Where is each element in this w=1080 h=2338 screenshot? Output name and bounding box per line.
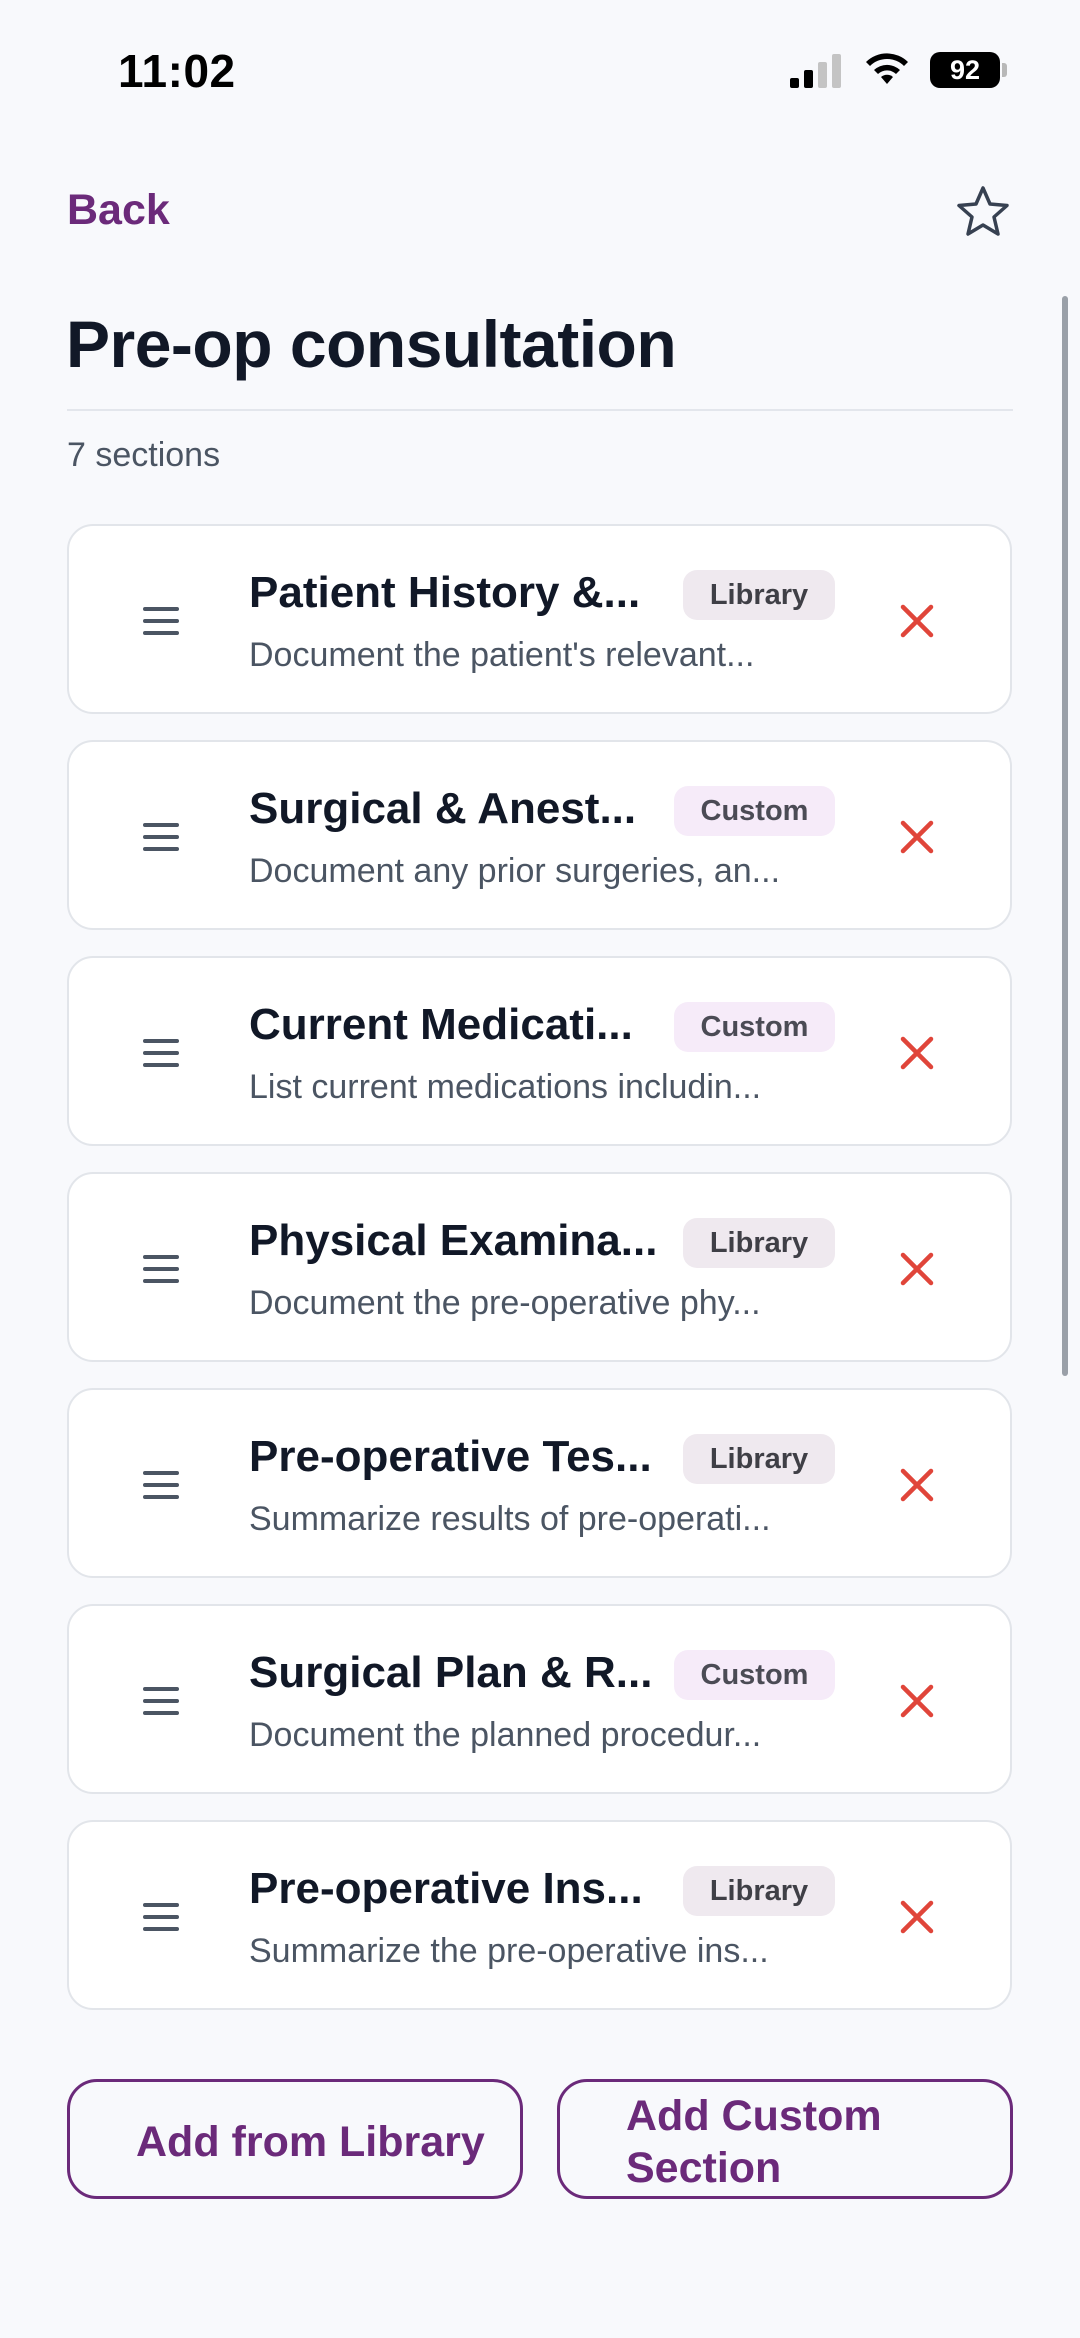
section-badge: Library: [683, 1218, 835, 1268]
section-title: Physical Examina...: [249, 1216, 658, 1265]
close-icon[interactable]: [895, 1463, 939, 1507]
section-badge: Custom: [674, 786, 835, 836]
drag-handle-icon[interactable]: [143, 1686, 179, 1716]
drag-handle-icon[interactable]: [143, 1254, 179, 1284]
section-description: List current medications includin...: [249, 1068, 762, 1106]
add-from-library-button[interactable]: Add from Library: [67, 2079, 523, 2199]
section-description: Document the pre-operative phy...: [249, 1284, 761, 1322]
close-icon[interactable]: [895, 1679, 939, 1723]
section-title: Pre-operative Ins...: [249, 1864, 643, 1913]
cellular-signal-icon: [790, 54, 841, 88]
close-icon[interactable]: [895, 599, 939, 643]
section-badge: Custom: [674, 1002, 835, 1052]
title-divider: [67, 409, 1013, 411]
status-bar: 11:02 92: [0, 0, 1080, 130]
section-card[interactable]: Surgical Plan & R... Custom Document the…: [67, 1604, 1012, 1794]
page-title: Pre-op consultation: [66, 307, 677, 381]
close-icon[interactable]: [895, 1895, 939, 1939]
section-title: Current Medicati...: [249, 1000, 633, 1049]
add-custom-section-button[interactable]: Add Custom Section: [557, 2079, 1013, 2199]
section-title: Patient History &...: [249, 568, 641, 617]
section-description: Document the patient's relevant...: [249, 636, 755, 674]
drag-handle-icon[interactable]: [143, 606, 179, 636]
section-title: Pre-operative Tes...: [249, 1432, 652, 1481]
section-badge: Library: [683, 1434, 835, 1484]
close-icon[interactable]: [895, 1031, 939, 1075]
section-count: 7 sections: [67, 436, 221, 474]
wifi-icon: [866, 53, 908, 84]
section-card[interactable]: Patient History &... Library Document th…: [67, 524, 1012, 714]
scrollbar[interactable]: [1062, 296, 1068, 1376]
section-description: Summarize results of pre-operati...: [249, 1500, 771, 1538]
section-title: Surgical & Anest...: [249, 784, 637, 833]
close-icon[interactable]: [895, 815, 939, 859]
drag-handle-icon[interactable]: [143, 1902, 179, 1932]
battery-icon: 92: [930, 52, 1008, 88]
section-badge: Custom: [674, 1650, 835, 1700]
battery-level: 92: [930, 52, 1000, 88]
section-title: Surgical Plan & R...: [249, 1648, 653, 1697]
drag-handle-icon[interactable]: [143, 822, 179, 852]
section-description: Summarize the pre-operative ins...: [249, 1932, 769, 1970]
section-description: Document any prior surgeries, an...: [249, 852, 781, 890]
section-card[interactable]: Pre-operative Ins... Library Summarize t…: [67, 1820, 1012, 2010]
drag-handle-icon[interactable]: [143, 1038, 179, 1068]
battery-tip: [1002, 63, 1007, 77]
drag-handle-icon[interactable]: [143, 1470, 179, 1500]
section-card[interactable]: Physical Examina... Library Document the…: [67, 1172, 1012, 1362]
section-card[interactable]: Current Medicati... Custom List current …: [67, 956, 1012, 1146]
status-time: 11:02: [118, 45, 236, 97]
section-badge: Library: [683, 570, 835, 620]
back-button[interactable]: Back: [67, 186, 170, 235]
section-card[interactable]: Surgical & Anest... Custom Document any …: [67, 740, 1012, 930]
section-badge: Library: [683, 1866, 835, 1916]
close-icon[interactable]: [895, 1247, 939, 1291]
star-outline-icon[interactable]: [954, 184, 1012, 242]
section-card[interactable]: Pre-operative Tes... Library Summarize r…: [67, 1388, 1012, 1578]
section-description: Document the planned procedur...: [249, 1716, 762, 1754]
